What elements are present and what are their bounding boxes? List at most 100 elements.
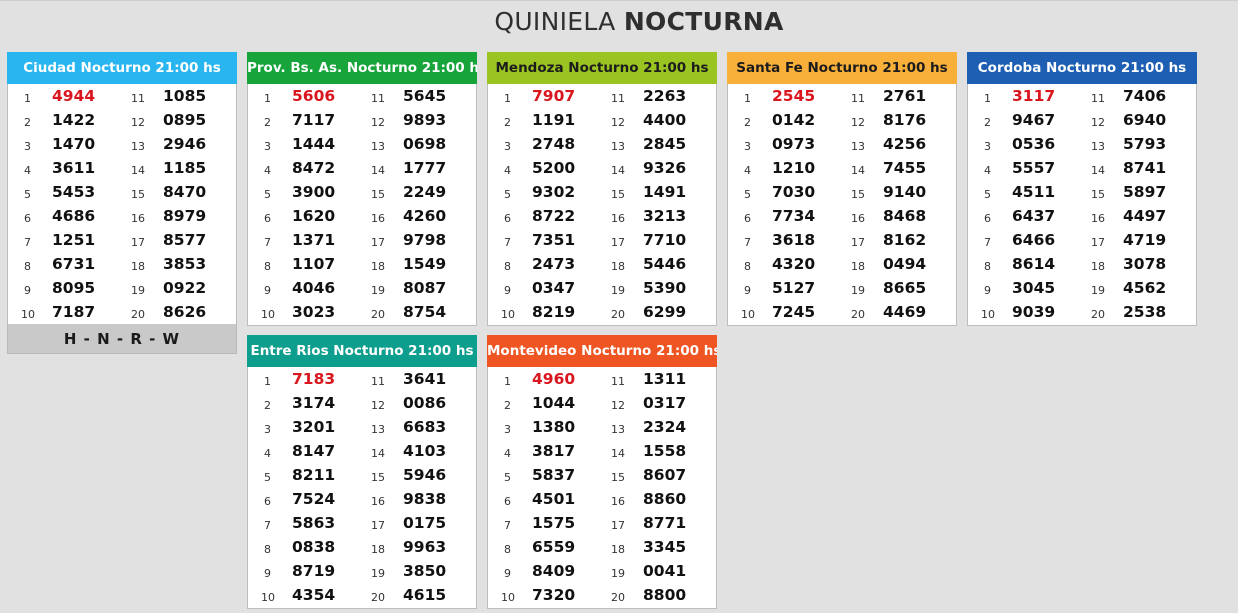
page-title: QUINIELA NOCTURNA bbox=[0, 7, 1238, 36]
table-row: 6 4501 16 8860 bbox=[488, 488, 716, 512]
drawn-number: 8472 bbox=[292, 159, 336, 177]
table-row: 4 3817 14 1558 bbox=[488, 440, 716, 464]
drawn-number: 2761 bbox=[883, 87, 927, 105]
position-label: 12 bbox=[1091, 116, 1105, 129]
drawn-number: 3201 bbox=[292, 418, 336, 436]
position-label: 15 bbox=[611, 471, 625, 484]
table-row: 2 9467 12 6940 bbox=[968, 109, 1196, 133]
position-label: 6 bbox=[744, 212, 751, 225]
drawn-number: 8722 bbox=[532, 207, 576, 225]
position-label: 16 bbox=[611, 495, 625, 508]
drawn-number: 1620 bbox=[292, 207, 336, 225]
drawn-number: 1444 bbox=[292, 135, 336, 153]
table-row: 10 7320 20 8800 bbox=[488, 584, 716, 608]
position-label: 9 bbox=[984, 284, 991, 297]
position-label: 2 bbox=[744, 116, 751, 129]
table-row: 10 4354 20 4615 bbox=[248, 584, 476, 608]
position-label: 4 bbox=[744, 164, 751, 177]
table-row: 8 1107 18 1549 bbox=[248, 253, 476, 277]
table-row: 6 6437 16 4497 bbox=[968, 205, 1196, 229]
position-label: 12 bbox=[371, 399, 385, 412]
drawn-number: 1044 bbox=[532, 394, 576, 412]
position-label: 1 bbox=[504, 92, 511, 105]
position-label: 20 bbox=[131, 308, 145, 321]
table-row: 4 5200 14 9326 bbox=[488, 157, 716, 181]
position-label: 17 bbox=[371, 519, 385, 532]
table-row: 1 5606 11 5645 bbox=[248, 85, 476, 109]
drawn-number: 3817 bbox=[532, 442, 576, 460]
card-santafe: Santa Fe Nocturno 21:00 hs 1 2545 11 2761 2 01… bbox=[727, 52, 957, 326]
drawn-number: 6299 bbox=[643, 303, 687, 321]
drawn-number: 8771 bbox=[643, 514, 687, 532]
position-label: 11 bbox=[851, 92, 865, 105]
number-list: 1 7183 11 3641 2 3174 12 0086 3 3201 13 6683 4 8147 14… bbox=[248, 367, 476, 608]
card-provincia: Prov. Bs. As. Nocturno 21:00 hs 1 5606 11 56… bbox=[247, 52, 477, 326]
drawn-number: 8409 bbox=[532, 562, 576, 580]
drawn-number: 1575 bbox=[532, 514, 576, 532]
position-label: 13 bbox=[371, 140, 385, 153]
drawn-number: 5446 bbox=[643, 255, 687, 273]
table-row: 6 7524 16 9838 bbox=[248, 488, 476, 512]
position-label: 18 bbox=[851, 260, 865, 273]
table-row: 5 9302 15 1491 bbox=[488, 181, 716, 205]
drawn-number: 4719 bbox=[1123, 231, 1167, 249]
position-label: 10 bbox=[261, 591, 275, 604]
position-label: 3 bbox=[744, 140, 751, 153]
table-row: 2 0142 12 8176 bbox=[728, 109, 956, 133]
position-label: 17 bbox=[611, 519, 625, 532]
position-label: 8 bbox=[984, 260, 991, 273]
drawn-number: 6683 bbox=[403, 418, 447, 436]
position-label: 15 bbox=[371, 188, 385, 201]
drawn-number: 6731 bbox=[52, 255, 96, 273]
drawn-number: 1558 bbox=[643, 442, 687, 460]
table-row: 9 8409 19 0041 bbox=[488, 560, 716, 584]
table-row: 4 1210 14 7455 bbox=[728, 157, 956, 181]
position-label: 6 bbox=[984, 212, 991, 225]
drawn-number: 6466 bbox=[1012, 231, 1056, 249]
position-label: 13 bbox=[371, 423, 385, 436]
drawn-number: 3345 bbox=[643, 538, 687, 556]
position-label: 10 bbox=[981, 308, 995, 321]
drawn-number: 0895 bbox=[163, 111, 207, 129]
position-label: 7 bbox=[24, 236, 31, 249]
position-label: 16 bbox=[851, 212, 865, 225]
table-row: 10 7245 20 4469 bbox=[728, 301, 956, 325]
position-label: 3 bbox=[264, 140, 271, 153]
drawn-number: 4046 bbox=[292, 279, 336, 297]
drawn-number: 1210 bbox=[772, 159, 816, 177]
table-row: 7 1575 17 8771 bbox=[488, 512, 716, 536]
table-row: 6 8722 16 3213 bbox=[488, 205, 716, 229]
position-label: 16 bbox=[611, 212, 625, 225]
table-row: 5 4511 15 5897 bbox=[968, 181, 1196, 205]
table-row: 2 1191 12 4400 bbox=[488, 109, 716, 133]
drawn-number: 7320 bbox=[532, 586, 576, 604]
table-row: 7 7351 17 7710 bbox=[488, 229, 716, 253]
position-label: 12 bbox=[611, 399, 625, 412]
position-label: 13 bbox=[131, 140, 145, 153]
drawn-number: 9467 bbox=[1012, 111, 1056, 129]
drawn-number: 0536 bbox=[1012, 135, 1056, 153]
position-label: 18 bbox=[611, 260, 625, 273]
drawn-number: 5645 bbox=[403, 87, 447, 105]
table-row: 3 0536 13 5793 bbox=[968, 133, 1196, 157]
card-mendoza: Mendoza Nocturno 21:00 hs 1 7907 11 2263 2 119… bbox=[487, 52, 717, 326]
drawn-number: 8800 bbox=[643, 586, 687, 604]
drawn-number: 5946 bbox=[403, 466, 447, 484]
position-label: 9 bbox=[744, 284, 751, 297]
position-label: 6 bbox=[264, 212, 271, 225]
head-number: 4944 bbox=[52, 87, 96, 105]
position-label: 11 bbox=[371, 92, 385, 105]
position-label: 8 bbox=[24, 260, 31, 273]
position-label: 13 bbox=[611, 423, 625, 436]
drawn-number: 1491 bbox=[643, 183, 687, 201]
drawn-number: 8614 bbox=[1012, 255, 1056, 273]
drawn-number: 4400 bbox=[643, 111, 687, 129]
drawn-number: 5127 bbox=[772, 279, 816, 297]
position-label: 10 bbox=[261, 308, 275, 321]
drawn-number: 8754 bbox=[403, 303, 447, 321]
table-row: 6 7734 16 8468 bbox=[728, 205, 956, 229]
drawn-number: 8741 bbox=[1123, 159, 1167, 177]
position-label: 4 bbox=[984, 164, 991, 177]
table-row: 5 3900 15 2249 bbox=[248, 181, 476, 205]
number-list: 1 7907 11 2263 2 1191 12 4400 3 2748 13 2845 4 5200 14… bbox=[488, 84, 716, 325]
